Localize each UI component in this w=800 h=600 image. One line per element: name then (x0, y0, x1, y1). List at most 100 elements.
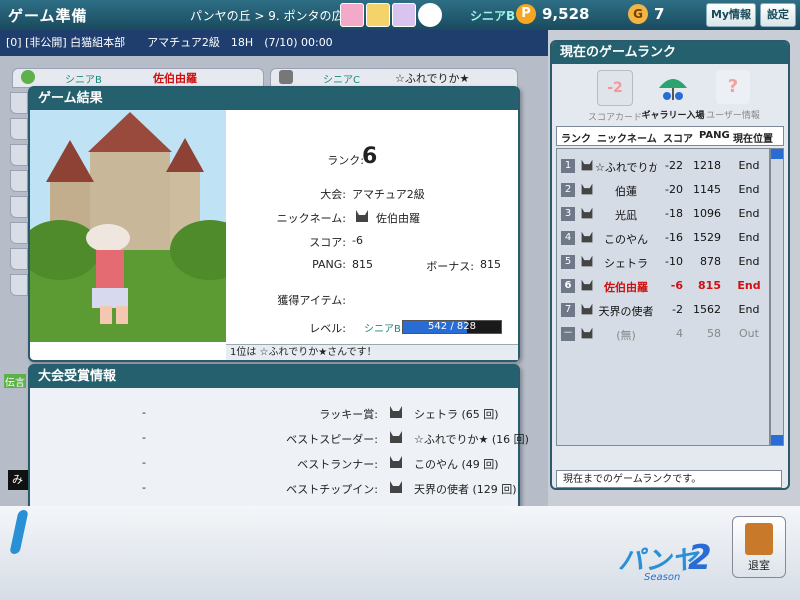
cat-avatar-icon (352, 206, 372, 226)
award-row: - ラッキー賞: シェトラ (65 回) (30, 402, 518, 426)
rank-position: End (738, 303, 760, 316)
rank-list-scrollbar[interactable] (770, 148, 784, 446)
rank-row[interactable]: － (無) 4 58 Out (557, 321, 769, 345)
rank-pang: 815 (698, 279, 721, 292)
seat-slot[interactable]: シニアC ☆ふれでりか★ (270, 68, 518, 88)
col-nickname: ニックネーム (597, 134, 657, 145)
player-avatar[interactable] (340, 3, 364, 27)
seat-slot-edge (10, 170, 28, 192)
game-result-dialog: ゲーム結果 ランク: 6 大会: アマチュア2級 ニックネーム: 佐伯由羅 スコ… (28, 86, 520, 362)
award-name: ラッキー賞: (319, 408, 378, 421)
umbrella-icon (656, 70, 690, 104)
panel-title: 現在のゲームランク (552, 42, 788, 64)
rank-nickname: 伯蓮 (615, 185, 637, 198)
tournament-label: 大会: (320, 188, 346, 201)
rank-nickname: 佐伯由羅 (604, 281, 648, 294)
character-scene-image (30, 110, 226, 342)
col-rank: ランク (561, 134, 591, 145)
rank-pang: 878 (700, 255, 721, 268)
item-label: 獲得アイテム: (277, 294, 346, 307)
rank-row[interactable]: 5 シェトラ -10 878 End (557, 249, 769, 273)
rank-table-header: ランク ニックネーム スコア PANG 現在位置 (556, 126, 784, 146)
seat-name: ☆ふれでりか★ (395, 72, 470, 85)
bonus-value: 815 (480, 258, 501, 271)
room-info-bar: [0] [非公開] 白猫組本部 アマチュア2級 18H (7/10) 00:00 (0, 30, 548, 56)
rank-number: 6 (561, 279, 575, 293)
tab-user-info[interactable]: ? ユーザー情報 (700, 70, 766, 130)
bonus-label: ボーナス: (426, 260, 474, 273)
cat-avatar-icon (386, 427, 406, 447)
rank-nickname: ☆ふれでりか★ (595, 161, 657, 174)
logo-season: Season (644, 572, 681, 583)
rank-score: -22 (665, 159, 683, 172)
level-label: レベル: (309, 322, 346, 335)
rank-label: ランク: (327, 154, 364, 167)
rank-nickname: 天界の使者 (598, 305, 654, 318)
rank-row[interactable]: 4 このやん -16 1529 End (557, 225, 769, 249)
dialog-title: 大会受賞情報 (30, 366, 518, 388)
nickname-value: 佐伯由羅 (376, 212, 420, 225)
scorecard-icon: -2 (597, 70, 633, 106)
rank-score: -20 (665, 183, 683, 196)
chat-input[interactable]: み (8, 470, 30, 490)
award-name: ベストスピーダー: (286, 433, 378, 446)
host-icon (279, 70, 293, 84)
award-left-value: - (142, 406, 146, 419)
rank-row[interactable]: 6 佐伯由羅 -6 815 End (557, 273, 769, 297)
logo-number: 2 (688, 538, 712, 578)
player-avatar[interactable] (392, 3, 416, 27)
seat-slot-edge (10, 196, 28, 218)
rank-row[interactable]: 3 光凪 -18 1096 End (557, 201, 769, 225)
rank-number: － (561, 327, 575, 341)
exit-room-button[interactable]: 退室 (732, 516, 786, 578)
rank-score: -18 (665, 207, 683, 220)
tournament-value: アマチュア2級 (352, 188, 425, 201)
award-left-value: - (142, 431, 146, 444)
rank-pang: 1096 (693, 207, 721, 220)
rank-row[interactable]: 1 ☆ふれでりか★ -22 1218 End (557, 153, 769, 177)
col-score: スコア (663, 134, 693, 145)
award-winner: このやん (49 回) (414, 458, 499, 471)
rank-score: 4 (676, 327, 683, 340)
rank-score: -16 (665, 231, 683, 244)
rank-value: 6 (362, 144, 378, 169)
rank-position: End (738, 207, 760, 220)
player-rank: シニアB (470, 9, 516, 23)
cat-avatar-icon (386, 402, 406, 422)
my-info-button[interactable]: My情報 (706, 3, 756, 27)
scroll-down-icon[interactable] (771, 435, 783, 445)
award-left-value: - (142, 456, 146, 469)
award-row: - ベストランナー: このやん (49 回) (30, 452, 518, 476)
cat-avatar-icon (386, 452, 406, 472)
rank-nickname: シェトラ (604, 257, 648, 270)
rank-list: 1 ☆ふれでりか★ -22 1218 End 2 伯蓮 -20 1145 End 3 光凪 -18 109… (556, 148, 770, 446)
tab-label: ユーザー情報 (706, 111, 760, 121)
settings-button[interactable]: 設定 (760, 3, 796, 27)
pangya-logo: パンヤ Season 2 (618, 528, 718, 588)
seat-slot-edge (10, 118, 28, 140)
seat-rank: シニアC (323, 75, 360, 86)
seat-slot-edge (10, 248, 28, 270)
award-row: - ベストスピーダー: ☆ふれでりか★ (16 回) (30, 427, 529, 451)
player-avatar[interactable] (366, 3, 390, 27)
pang-amount: 9,528 (542, 5, 590, 23)
rank-score: -6 (670, 279, 683, 292)
scroll-up-icon[interactable] (771, 149, 783, 159)
seat-slot[interactable]: シニアB 佐伯由羅 (12, 68, 264, 88)
chat-tab[interactable]: 伝言 (4, 374, 26, 389)
rank-row[interactable]: 7 天界の使者 -2 1562 End (557, 297, 769, 321)
rank-position: End (737, 279, 761, 292)
tab-scorecard[interactable]: -2 スコアカード (582, 70, 648, 130)
tab-label: スコアカード (587, 113, 642, 123)
tab-gallery[interactable]: ギャラリー入場 (640, 70, 706, 130)
col-pang: PANG (699, 130, 730, 141)
pang-value: 815 (352, 258, 373, 271)
player-avatar[interactable] (418, 3, 442, 27)
score-value: -6 (352, 234, 363, 247)
seat-slot-edge (10, 274, 28, 296)
award-row: - ベストチップイン: 天界の使者 (129 回) (30, 477, 518, 501)
user-info-icon: ? (716, 70, 750, 104)
gift-icon: G (628, 4, 648, 24)
screen-title: ゲーム準備 (8, 7, 88, 25)
rank-row[interactable]: 2 伯蓮 -20 1145 End (557, 177, 769, 201)
